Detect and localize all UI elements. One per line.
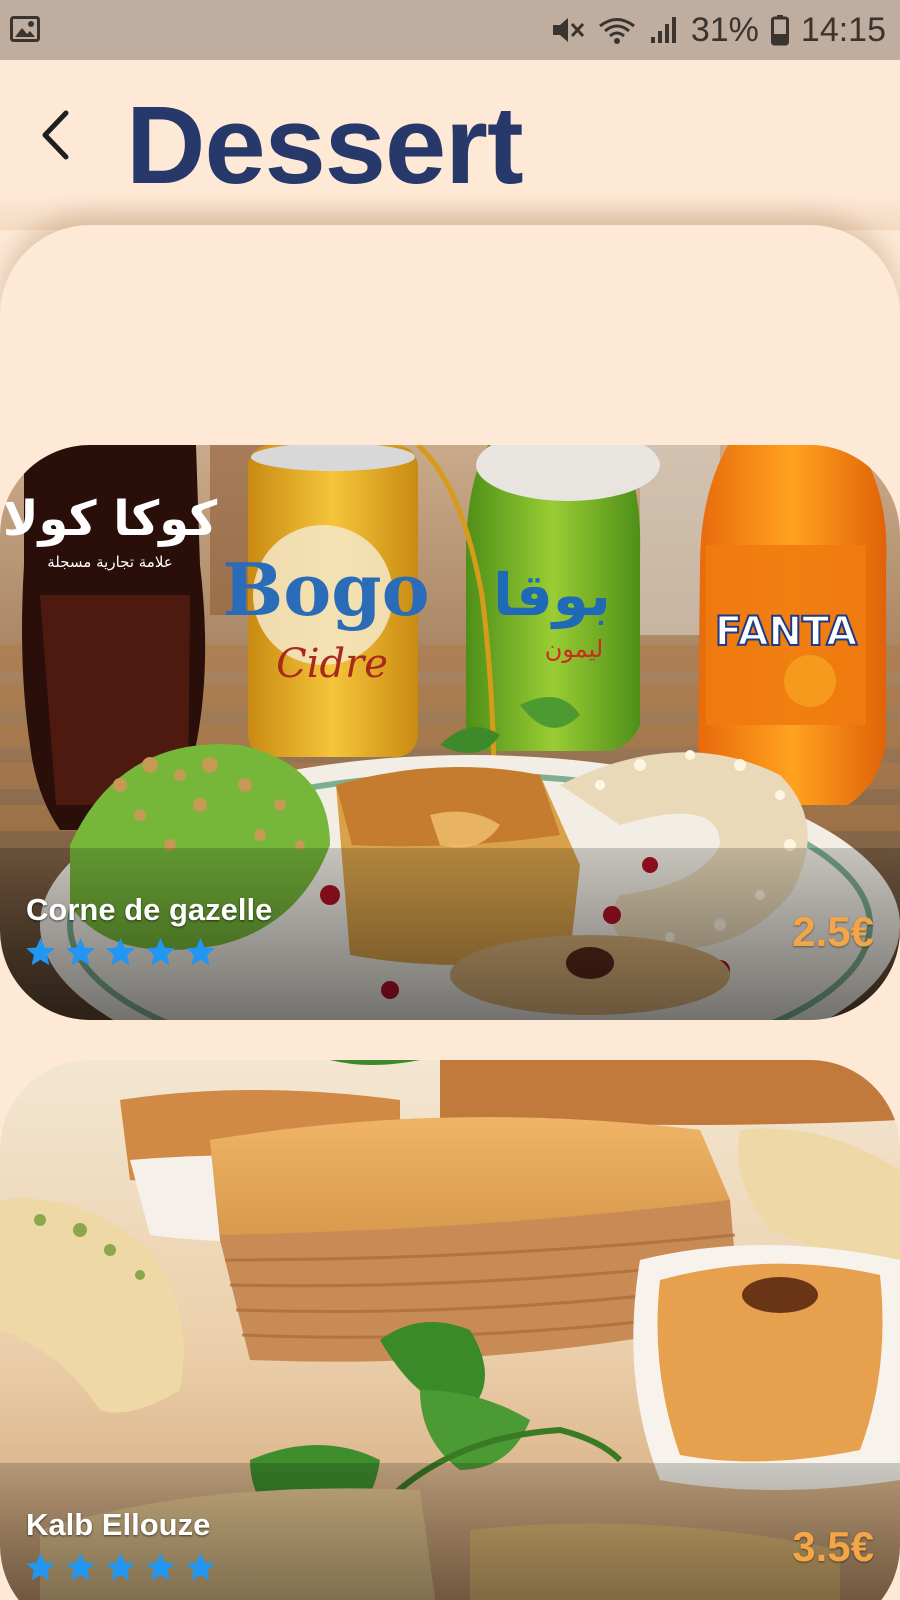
back-button[interactable] <box>30 102 80 172</box>
star-icon <box>144 1551 177 1583</box>
gallery-icon <box>10 16 40 42</box>
page-title: Dessert <box>126 84 524 207</box>
svg-text:Bogo: Bogo <box>222 547 429 632</box>
signal-icon <box>649 15 679 45</box>
dish-name: Corne de gazelle <box>26 892 273 927</box>
battery-icon <box>770 14 789 46</box>
dish-card[interactable]: Kalb Ellouze 3.5€ <box>0 1060 900 1600</box>
dish-name: Kalb Ellouze <box>26 1507 211 1542</box>
star-rating <box>24 936 217 968</box>
star-icon <box>184 936 217 968</box>
svg-text:ليمون: ليمون <box>545 635 603 663</box>
star-icon <box>64 1551 97 1583</box>
star-icon <box>184 1551 217 1583</box>
star-icon <box>104 1551 137 1583</box>
status-bar: 31% 14:15 <box>0 0 900 60</box>
star-icon <box>24 1551 57 1583</box>
chevron-left-icon <box>40 109 70 166</box>
mute-icon <box>551 15 585 45</box>
dish-list[interactable]: كوكا كولا علامة تجارية مسجلة Bogo Cidre … <box>0 225 900 1600</box>
battery-level: 31% <box>690 10 759 49</box>
clock: 14:15 <box>800 10 886 49</box>
dish-price: 2.5€ <box>792 908 874 955</box>
svg-text:FANTA: FANTA <box>715 609 857 655</box>
card-caption-overlay <box>0 848 900 1020</box>
svg-text:بوقا: بوقا <box>493 561 611 630</box>
svg-text:كوكا كولا: كوكا كولا <box>3 491 217 547</box>
svg-text:علامة تجارية مسجلة: علامة تجارية مسجلة <box>47 553 173 571</box>
star-rating <box>24 1551 217 1583</box>
star-icon <box>64 936 97 968</box>
star-icon <box>24 936 57 968</box>
star-icon <box>104 936 137 968</box>
svg-text:Cidre: Cidre <box>276 641 388 687</box>
app-header: Dessert <box>0 60 900 230</box>
dish-card[interactable]: كوكا كولا علامة تجارية مسجلة Bogo Cidre … <box>0 445 900 1020</box>
dish-price: 3.5€ <box>792 1523 874 1570</box>
star-icon <box>144 936 177 968</box>
wifi-icon <box>597 15 637 45</box>
